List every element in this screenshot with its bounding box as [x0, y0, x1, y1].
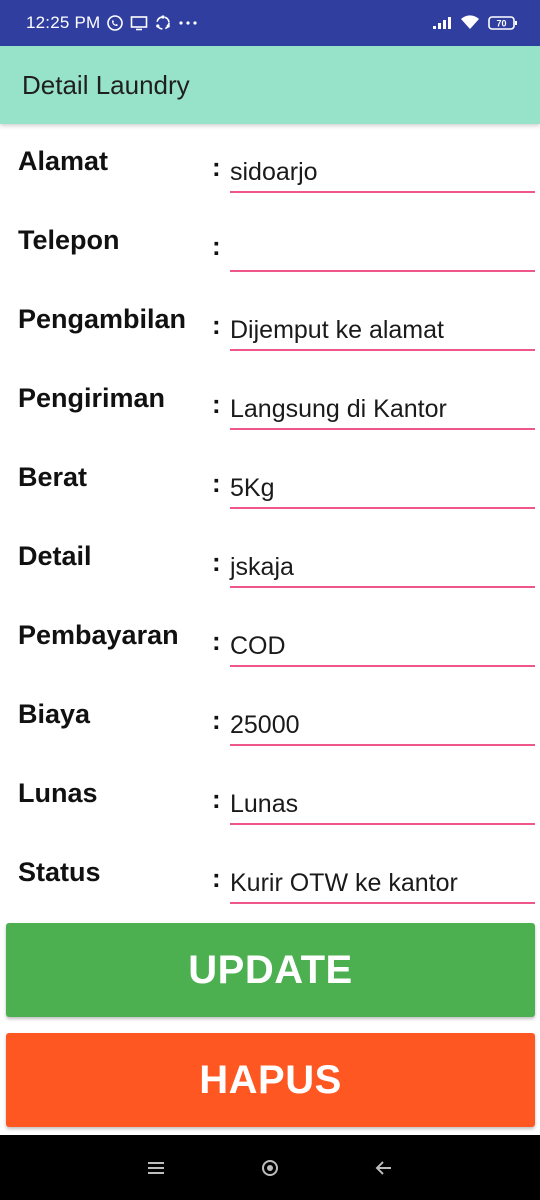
field-value-status[interactable]: Kurir OTW ke kantor: [230, 869, 458, 898]
field-row-lunas: Lunas : Lunas: [0, 756, 540, 835]
field-underline: [230, 270, 535, 272]
page-title: Detail Laundry: [22, 69, 190, 100]
field-underline: [230, 823, 535, 825]
field-colon: :: [212, 152, 221, 182]
field-label: Status: [18, 857, 101, 887]
signal-icon: [432, 16, 452, 30]
field-underline: [230, 665, 535, 667]
field-value-alamat[interactable]: sidoarjo: [230, 158, 318, 187]
field-colon: :: [212, 863, 221, 893]
field-colon: :: [212, 784, 221, 814]
update-button[interactable]: UPDATE: [6, 923, 535, 1017]
delete-button[interactable]: HAPUS: [6, 1033, 535, 1127]
field-value-lunas[interactable]: Lunas: [230, 790, 298, 819]
field-value-pengiriman[interactable]: Langsung di Kantor: [230, 395, 447, 424]
field-row-alamat: Alamat : sidoarjo: [0, 124, 540, 203]
field-label: Pembayaran: [18, 620, 179, 650]
field-colon: :: [212, 547, 221, 577]
field-value-pengambilan[interactable]: Dijemput ke alamat: [230, 316, 444, 345]
field-label: Alamat: [18, 146, 109, 176]
menu-icon[interactable]: [147, 1160, 165, 1176]
field-underline: [230, 586, 535, 588]
field-underline: [230, 902, 535, 904]
field-row-pembayaran: Pembayaran : COD: [0, 598, 540, 677]
battery-level: 70: [496, 19, 506, 29]
status-time: 12:25 PM: [26, 13, 101, 32]
system-nav-bar: [0, 1135, 540, 1200]
field-value-detail[interactable]: jskaja: [230, 553, 294, 582]
whatsapp-icon: [106, 14, 124, 32]
field-colon: :: [212, 231, 221, 261]
field-underline: [230, 349, 535, 351]
field-label: Berat: [18, 462, 88, 492]
status-bar: 12:25 PM 70: [0, 0, 540, 46]
status-right: 70: [432, 15, 518, 31]
field-row-pengambilan: Pengambilan : Dijemput ke alamat: [0, 282, 540, 361]
field-colon: :: [212, 389, 221, 419]
field-row-berat: Berat : 5Kg: [0, 440, 540, 519]
field-label: Telepon: [18, 225, 120, 255]
field-colon: :: [212, 705, 221, 735]
field-label: Biaya: [18, 699, 91, 729]
field-underline: [230, 191, 535, 193]
field-row-status: Status : Kurir OTW ke kantor: [0, 835, 540, 914]
wifi-icon: [460, 15, 480, 31]
field-label: Pengambilan: [18, 304, 187, 334]
field-row-biaya: Biaya : 25000: [0, 677, 540, 756]
field-value-pembayaran[interactable]: COD: [230, 632, 286, 661]
battery-icon: 70: [488, 15, 518, 31]
field-underline: [230, 744, 535, 746]
sync-icon: [154, 14, 172, 32]
field-underline: [230, 428, 535, 430]
field-value-biaya[interactable]: 25000: [230, 711, 300, 740]
field-colon: :: [212, 626, 221, 656]
field-row-pengiriman: Pengiriman : Langsung di Kantor: [0, 361, 540, 440]
field-underline: [230, 507, 535, 509]
field-row-detail: Detail : jskaja: [0, 519, 540, 598]
screen-icon: [130, 15, 148, 31]
app-bar: Detail Laundry: [0, 46, 540, 124]
field-value-berat[interactable]: 5Kg: [230, 474, 274, 503]
home-icon[interactable]: [260, 1158, 280, 1178]
more-dots-icon: [178, 20, 198, 26]
field-label: Pengiriman: [18, 383, 166, 413]
field-colon: :: [212, 310, 221, 340]
field-row-telepon: Telepon :: [0, 203, 540, 282]
status-left: 12:25 PM: [26, 13, 198, 33]
field-label: Detail: [18, 541, 92, 571]
back-icon[interactable]: [375, 1160, 393, 1176]
field-label: Lunas: [18, 778, 98, 808]
field-colon: :: [212, 468, 221, 498]
